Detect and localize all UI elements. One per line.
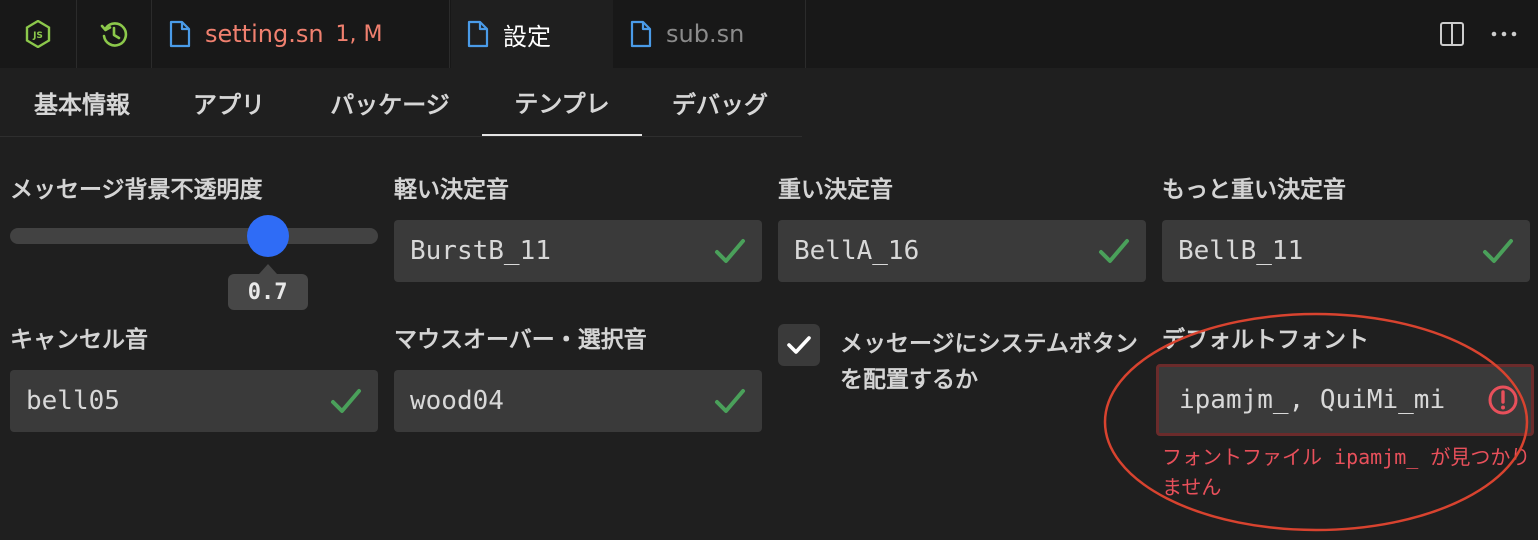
default-font-error-message: フォントファイル ipamjm_ が見つかりません <box>1162 445 1531 499</box>
check-icon <box>715 389 745 413</box>
nodejs-tab[interactable]: JS <box>0 0 77 68</box>
check-icon <box>1483 239 1513 263</box>
opacity-slider[interactable] <box>10 215 378 257</box>
error-icon <box>1488 385 1518 415</box>
heavy-decide-label: 重い決定音 <box>778 177 893 203</box>
heavy-decide-value: BellA_16 <box>794 236 920 266</box>
light-decide-field[interactable]: BurstB_11 <box>394 220 762 282</box>
tab-label: sub.sn <box>666 20 745 48</box>
history-tab[interactable] <box>77 0 152 68</box>
check-icon <box>331 389 361 413</box>
subtab-debug[interactable]: デバッグ <box>642 68 798 136</box>
editor-tab-bar: JS setting.sn 1, M 設定 sub.sn <box>0 0 1538 68</box>
editor-actions <box>1426 0 1538 68</box>
tooltip-arrow <box>258 264 277 274</box>
heavy-decide-field[interactable]: BellA_16 <box>778 220 1146 282</box>
split-editor-button[interactable] <box>1426 0 1478 68</box>
more-actions-button[interactable] <box>1478 0 1530 68</box>
file-icon <box>169 20 191 48</box>
more-actions-icon <box>1491 31 1517 37</box>
split-editor-icon <box>1440 22 1464 46</box>
light-decide-value: BurstB_11 <box>410 236 551 266</box>
subtab-package[interactable]: パッケージ <box>298 68 482 136</box>
history-icon <box>100 22 128 47</box>
system-buttons-checkbox[interactable] <box>778 324 820 366</box>
system-buttons-label[interactable]: メッセージにシステムボタンを配置するか <box>840 326 1140 398</box>
cancel-sound-value: bell05 <box>26 386 120 416</box>
tab-setting-sn[interactable]: setting.sn 1, M <box>153 0 450 68</box>
cancel-sound-field[interactable]: bell05 <box>10 370 378 432</box>
heavier-decide-field[interactable]: BellB_11 <box>1162 220 1530 282</box>
cancel-sound-label: キャンセル音 <box>10 327 148 353</box>
tab-settings[interactable]: 設定 <box>451 0 613 68</box>
file-icon <box>630 20 652 48</box>
mouseover-sound-value: wood04 <box>410 386 504 416</box>
tab-label: 設定 <box>503 22 551 51</box>
svg-text:JS: JS <box>32 31 43 41</box>
file-icon <box>467 20 489 48</box>
mouseover-sound-label: マウスオーバー・選択音 <box>394 327 647 353</box>
light-decide-label: 軽い決定音 <box>394 177 509 203</box>
default-font-label: デフォルトフォント <box>1162 327 1369 353</box>
heavier-decide-label: もっと重い決定音 <box>1162 177 1346 203</box>
default-font-field[interactable]: ipamjm_, QuiMi_mi <box>1156 364 1534 436</box>
tab-sub-sn[interactable]: sub.sn <box>614 0 806 68</box>
tab-label: setting.sn <box>205 20 324 48</box>
nodejs-icon: JS <box>25 20 51 48</box>
mouseover-sound-field[interactable]: wood04 <box>394 370 762 432</box>
subtab-app[interactable]: アプリ <box>160 68 298 136</box>
check-icon <box>1099 239 1129 263</box>
opacity-slider-thumb[interactable] <box>246 215 289 257</box>
heavier-decide-value: BellB_11 <box>1178 236 1304 266</box>
problem-badge: 1, M <box>335 21 383 47</box>
default-font-value: ipamjm_, QuiMi_mi <box>1179 385 1446 415</box>
subtab-template[interactable]: テンプレ <box>482 68 642 136</box>
checkmark-icon <box>787 336 811 354</box>
check-icon <box>715 239 745 263</box>
subtab-basic-info[interactable]: 基本情報 <box>4 68 160 136</box>
opacity-label: メッセージ背景不透明度 <box>10 177 263 203</box>
opacity-value-tooltip: 0.7 <box>227 274 308 310</box>
settings-category-tabs: 基本情報 アプリ パッケージ テンプレ デバッグ <box>0 68 802 137</box>
